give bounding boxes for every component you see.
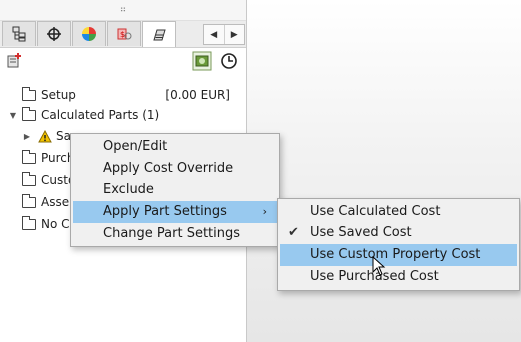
tab-scroll-buttons: ◀ ▶ [203, 24, 245, 45]
panel-grip[interactable]: ⠶ [0, 0, 246, 21]
tree-item-part[interactable]: ▶ Sa [22, 125, 71, 147]
svg-text:$: $ [120, 30, 125, 39]
setup-cost-value: [0.00 EUR] [165, 88, 230, 102]
submenu-item-use-calculated-cost[interactable]: Use Calculated Cost [280, 201, 517, 223]
mouse-cursor-icon [372, 256, 386, 276]
tab-costing[interactable]: $ [107, 21, 141, 46]
featuremanager-tree-icon [12, 26, 26, 42]
scroll-right-button[interactable]: ▶ [223, 25, 245, 44]
warning-icon [38, 129, 52, 142]
tree-item-custom[interactable]: Custo [22, 169, 75, 191]
tree-item-assemblies[interactable]: Asser [22, 191, 74, 213]
menu-item-label: Apply Part Settings [103, 204, 227, 219]
tree-item-no-cost[interactable]: No Co [22, 213, 77, 235]
folder-icon [22, 215, 36, 230]
costing-template-icon[interactable] [192, 51, 212, 71]
dimxpert-crosshair-icon [47, 27, 61, 41]
menu-item-exclude[interactable]: Exclude [73, 179, 277, 201]
menu-item-label: Use Saved Cost [310, 225, 412, 240]
display-manager-pie-icon [82, 27, 96, 41]
folder-icon [22, 86, 36, 101]
costing-icon: $ [117, 28, 132, 40]
submenu-item-use-custom-property-cost[interactable]: Use Custom Property Cost [280, 244, 517, 266]
manager-tabs: $ ◀ ▶ [0, 21, 246, 48]
menu-item-apply-part-settings[interactable]: Apply Part Settings › [73, 201, 277, 223]
folder-icon [22, 193, 36, 208]
expand-down-icon[interactable]: ▼ [8, 111, 18, 120]
menu-item-open-edit[interactable]: Open/Edit [73, 136, 277, 158]
submenu-item-use-saved-cost[interactable]: ✔ Use Saved Cost [280, 222, 517, 244]
tree-item-label: Setup [41, 88, 76, 102]
tree-item-label: Calculated Parts (1) [41, 108, 160, 122]
clock-icon[interactable] [220, 52, 238, 70]
expand-right-icon[interactable]: ▶ [22, 132, 32, 141]
menu-item-change-part-settings[interactable]: Change Part Settings [73, 223, 277, 245]
submenu-item-use-purchased-cost[interactable]: Use Purchased Cost [280, 266, 517, 288]
menu-item-apply-cost-override[interactable]: Apply Cost Override [73, 158, 277, 180]
folder-icon [22, 171, 36, 186]
tab-display-manager[interactable] [72, 21, 106, 46]
folder-icon [22, 149, 36, 164]
folder-icon [22, 106, 36, 121]
costing-toolbar [0, 49, 246, 75]
tab-featuremanager[interactable] [2, 21, 36, 46]
chevron-right-icon: › [262, 205, 267, 218]
tree-item-setup[interactable]: Setup [0.00 EUR] [22, 84, 238, 106]
tab-dimxpert[interactable] [37, 21, 71, 46]
part-settings-submenu: Use Calculated Cost ✔ Use Saved Cost Use… [277, 198, 520, 291]
add-template-icon[interactable] [6, 52, 24, 70]
scroll-left-button[interactable]: ◀ [204, 25, 224, 44]
appearance-icon [153, 29, 166, 40]
checkmark-icon: ✔ [288, 225, 299, 240]
tree-item-calculated-parts[interactable]: ▼ Calculated Parts (1) [8, 104, 159, 126]
context-menu: Open/Edit Apply Cost Override Exclude Ap… [70, 133, 280, 247]
tree-item-purchased[interactable]: Purch [22, 147, 75, 169]
tree-item-label: Sa [56, 129, 71, 143]
tab-appearance[interactable] [142, 21, 176, 47]
